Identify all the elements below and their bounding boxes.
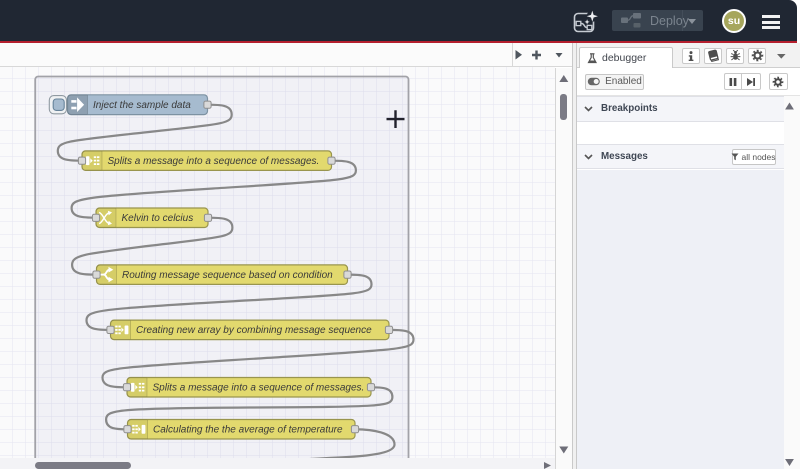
svg-text:Splits a message into a sequen: Splits a message into a sequence of mess…: [153, 382, 365, 393]
svg-text:Routing message sequence based: Routing message sequence based on condit…: [122, 269, 333, 280]
svg-text:Calculating the the average of: Calculating the the average of temperatu…: [153, 424, 343, 435]
svg-text:Splits a message into a sequen: Splits a message into a sequence of mess…: [108, 155, 320, 166]
svg-text:Creating new array by combinin: Creating new array by combining message …: [136, 325, 372, 336]
svg-text:Inject the sample data: Inject the sample data: [93, 99, 191, 110]
svg-text:Kelvin to celcius: Kelvin to celcius: [122, 212, 194, 223]
